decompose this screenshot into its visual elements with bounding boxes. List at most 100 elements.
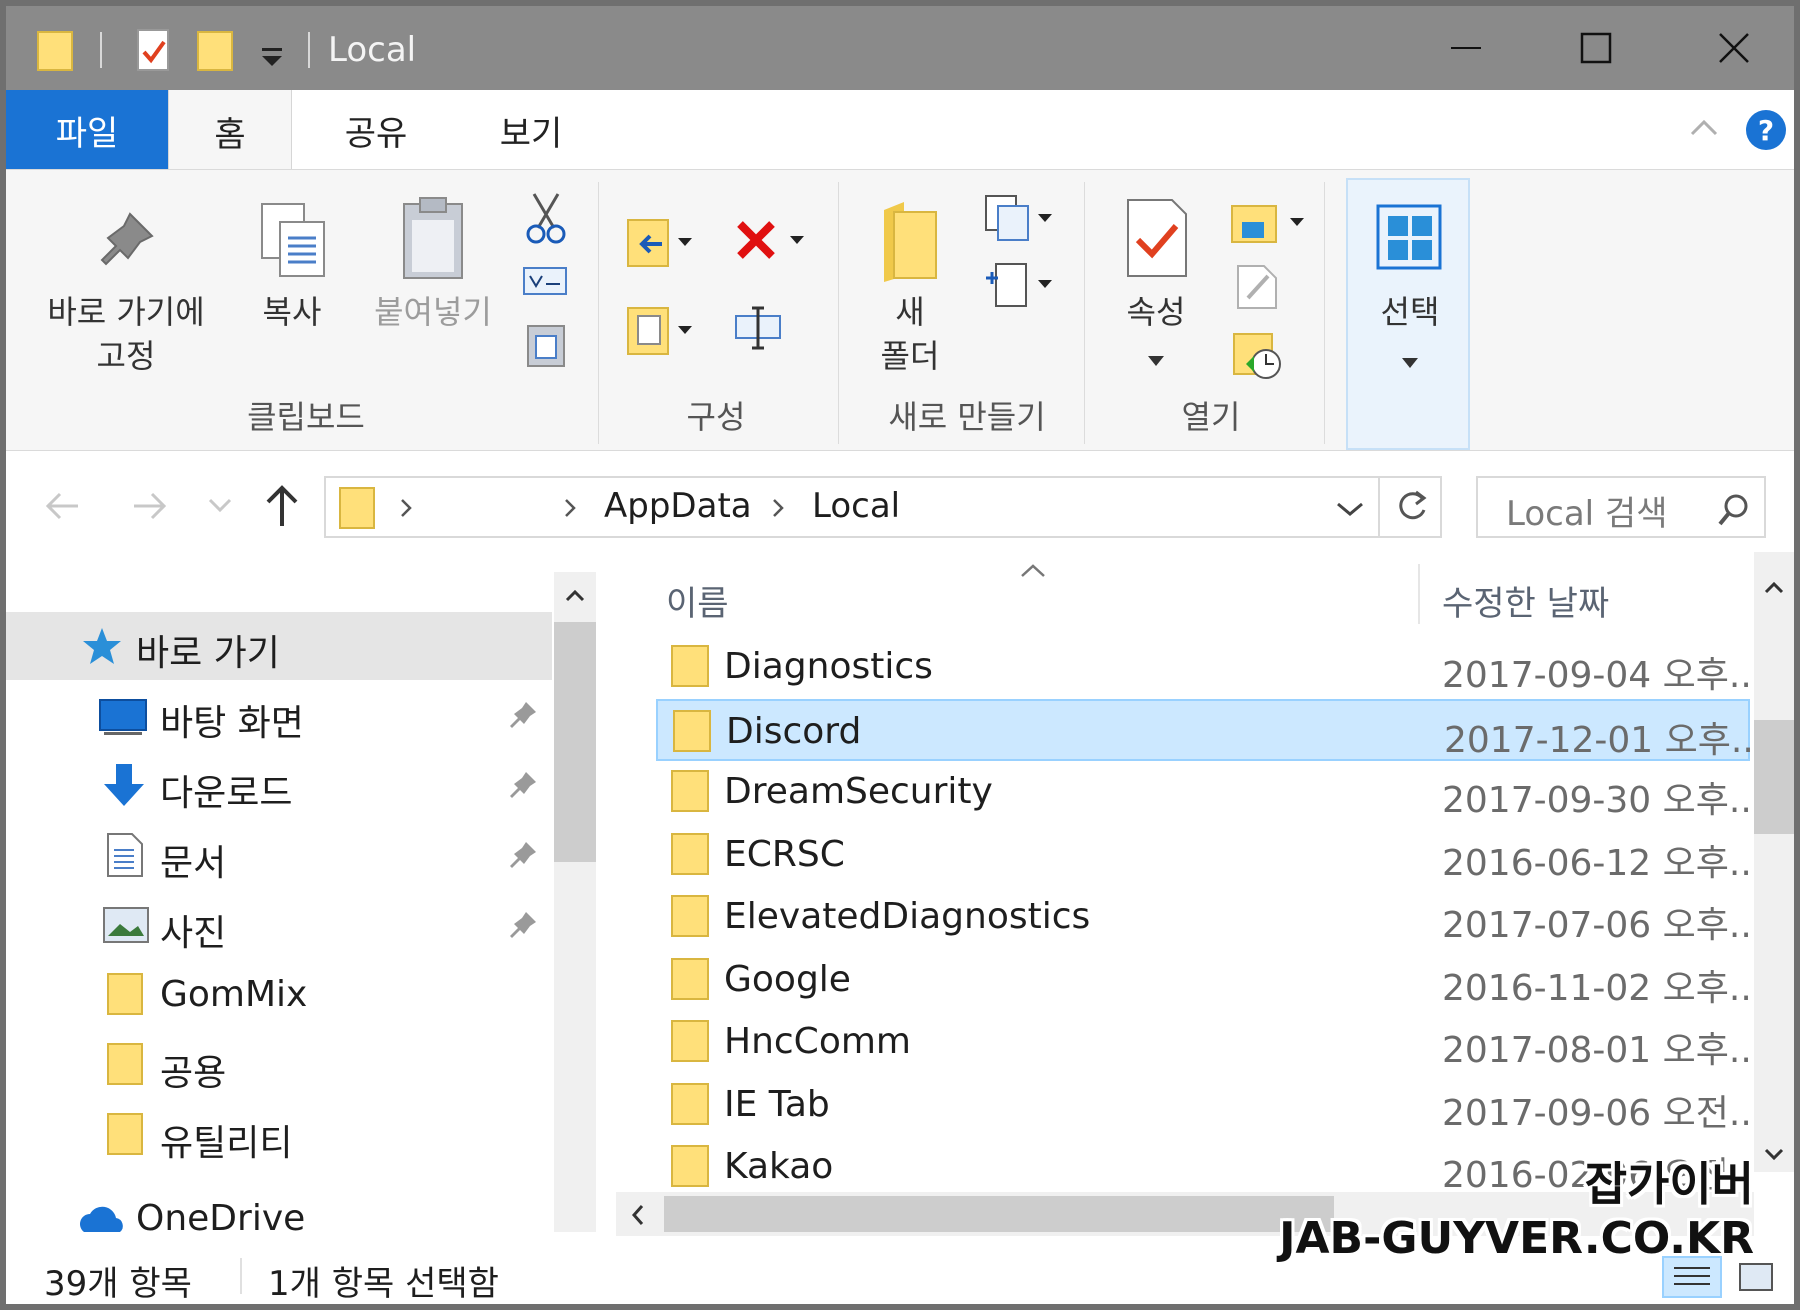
file-row[interactable]: IE Tab 2017-09-06 오전...: [656, 1074, 1754, 1136]
move-to-icon[interactable]: [626, 216, 698, 270]
search-box[interactable]: Local 검색: [1476, 476, 1766, 538]
delete-icon[interactable]: [734, 218, 810, 266]
column-header-date[interactable]: 수정한 날짜: [1442, 576, 1609, 625]
tab-file[interactable]: 파일: [6, 90, 168, 170]
file-name: Kakao: [724, 1146, 834, 1187]
nav-scrollbar[interactable]: [554, 572, 596, 1232]
customize-quick-access-icon[interactable]: [258, 28, 288, 72]
window-title: Local: [328, 30, 417, 70]
cut-icon[interactable]: [524, 192, 568, 244]
pin-label-line2: 고정: [96, 337, 156, 375]
maximize-button[interactable]: [1536, 16, 1656, 80]
properties-button[interactable]: 속성: [1106, 290, 1206, 334]
scroll-down-icon[interactable]: [1764, 1148, 1784, 1162]
pin-to-quick-access-button[interactable]: 바로 가기에 고정: [26, 290, 226, 378]
paste-button[interactable]: 붙여넣기: [358, 290, 508, 334]
file-row[interactable]: Google 2016-11-02 오후...: [656, 949, 1754, 1011]
new-folder-button[interactable]: 새 폴더: [860, 290, 960, 378]
new-folder-icon[interactable]: [196, 28, 236, 72]
folder-icon: [671, 645, 709, 687]
folder-icon: [671, 770, 709, 812]
hscrollbar-thumb[interactable]: [664, 1196, 1334, 1232]
back-icon[interactable]: [42, 490, 82, 522]
paste-shortcut-icon[interactable]: [524, 320, 568, 368]
breadcrumb-appdata[interactable]: AppData: [604, 486, 752, 526]
nav-item-downloads[interactable]: 다운로드: [6, 752, 552, 820]
file-row[interactable]: ElevatedDiagnostics 2017-07-06 오후...: [656, 886, 1754, 948]
navigation-bar: AppData Local Local 검색: [6, 452, 1794, 552]
column-header-name[interactable]: 이름: [666, 576, 729, 625]
open-icon[interactable]: [1228, 198, 1310, 248]
nav-item-pictures[interactable]: 사진: [6, 892, 552, 960]
search-placeholder: Local 검색: [1506, 494, 1668, 534]
history-icon[interactable]: [1232, 330, 1286, 382]
file-list-scrollbar[interactable]: [1754, 552, 1794, 1172]
properties-icon[interactable]: [134, 28, 174, 74]
nav-label: 바로 가기: [136, 633, 280, 674]
watermark-korean: 잡가이버: [1584, 1157, 1754, 1211]
copy-icon: [261, 203, 325, 277]
collapse-ribbon-icon[interactable]: [1688, 116, 1720, 140]
column-divider[interactable]: [1418, 564, 1420, 624]
forward-icon[interactable]: [130, 490, 170, 522]
download-icon: [104, 764, 144, 806]
up-icon[interactable]: [262, 482, 302, 528]
copy-path-icon[interactable]: [522, 266, 568, 296]
refresh-button[interactable]: [1378, 476, 1442, 538]
properties-icon: [1127, 199, 1187, 277]
tab-home[interactable]: 홈: [168, 90, 292, 172]
chevron-right-icon[interactable]: [562, 496, 578, 520]
copy-to-icon[interactable]: [626, 304, 698, 358]
select-button[interactable]: 선택: [1346, 178, 1470, 450]
file-name: DreamSecurity: [724, 771, 993, 812]
nav-item-public[interactable]: 공용: [6, 1032, 552, 1100]
breadcrumb-local[interactable]: Local: [812, 486, 900, 526]
file-row[interactable]: ECRSC 2016-06-12 오후...: [656, 824, 1754, 886]
easy-access-icon[interactable]: [984, 260, 1054, 310]
file-list-scrollbar-thumb[interactable]: [1754, 720, 1794, 834]
chevron-down-icon[interactable]: [1146, 354, 1166, 368]
new-item-icon[interactable]: [984, 194, 1054, 244]
ribbon: 바로 가기에 고정 복사 붙여넣기 클립보드 구성 새 폴더 새로 만들기 속성: [6, 169, 1794, 451]
svg-text:?: ?: [1758, 114, 1774, 147]
edit-icon[interactable]: [1234, 262, 1280, 312]
nav-item-gommix[interactable]: GomMix: [6, 962, 552, 1030]
chevron-down-icon[interactable]: [1336, 500, 1364, 518]
copy-button[interactable]: 복사: [242, 290, 342, 334]
chevron-right-icon[interactable]: [398, 496, 414, 520]
minimize-button[interactable]: [1406, 16, 1526, 80]
star-icon: [83, 628, 121, 664]
scroll-up-icon[interactable]: [565, 588, 585, 602]
pin-icon[interactable]: [508, 700, 538, 730]
pin-icon[interactable]: [508, 910, 538, 940]
file-row[interactable]: HncComm 2017-08-01 오후...: [656, 1011, 1754, 1073]
nav-label: 문서: [160, 843, 227, 884]
close-button[interactable]: [1674, 16, 1794, 80]
nav-item-documents[interactable]: 문서: [6, 822, 552, 890]
nav-item-onedrive[interactable]: OneDrive: [6, 1186, 552, 1232]
file-date: 2016-11-02 오후...: [1442, 967, 1754, 1009]
pin-icon[interactable]: [508, 840, 538, 870]
help-icon[interactable]: ?: [1744, 108, 1788, 152]
nav-item-desktop[interactable]: 바탕 화면: [6, 682, 552, 750]
file-name: ECRSC: [724, 833, 845, 875]
scroll-up-icon[interactable]: [1764, 580, 1784, 594]
explorer-window: Local 파일 홈 공유 보기 ? 바로 가기에 고정 복사 붙여넣기 클립보…: [0, 0, 1800, 1310]
file-date: 2017-09-06 오전...: [1442, 1092, 1754, 1134]
file-row[interactable]: Diagnostics 2017-09-04 오후...: [656, 636, 1754, 698]
tab-share[interactable]: 공유: [316, 90, 436, 170]
pin-icon[interactable]: [508, 770, 538, 800]
nav-item-utilities[interactable]: 유틸리티: [6, 1102, 552, 1170]
rename-icon[interactable]: [732, 304, 784, 352]
address-bar[interactable]: AppData Local: [324, 476, 1442, 538]
chevron-right-icon[interactable]: [770, 496, 786, 520]
file-row[interactable]: Discord 2017-12-01 오후...: [656, 698, 1754, 761]
recent-locations-icon[interactable]: [208, 498, 232, 514]
file-name: Discord: [726, 710, 862, 752]
nav-scrollbar-thumb[interactable]: [554, 622, 596, 862]
tab-view[interactable]: 보기: [466, 90, 596, 170]
scroll-left-icon[interactable]: [630, 1204, 646, 1226]
file-row[interactable]: DreamSecurity 2017-09-30 오후...: [656, 761, 1754, 823]
nav-label: 공용: [160, 1053, 227, 1094]
nav-item-quick-access[interactable]: 바로 가기: [6, 612, 552, 680]
